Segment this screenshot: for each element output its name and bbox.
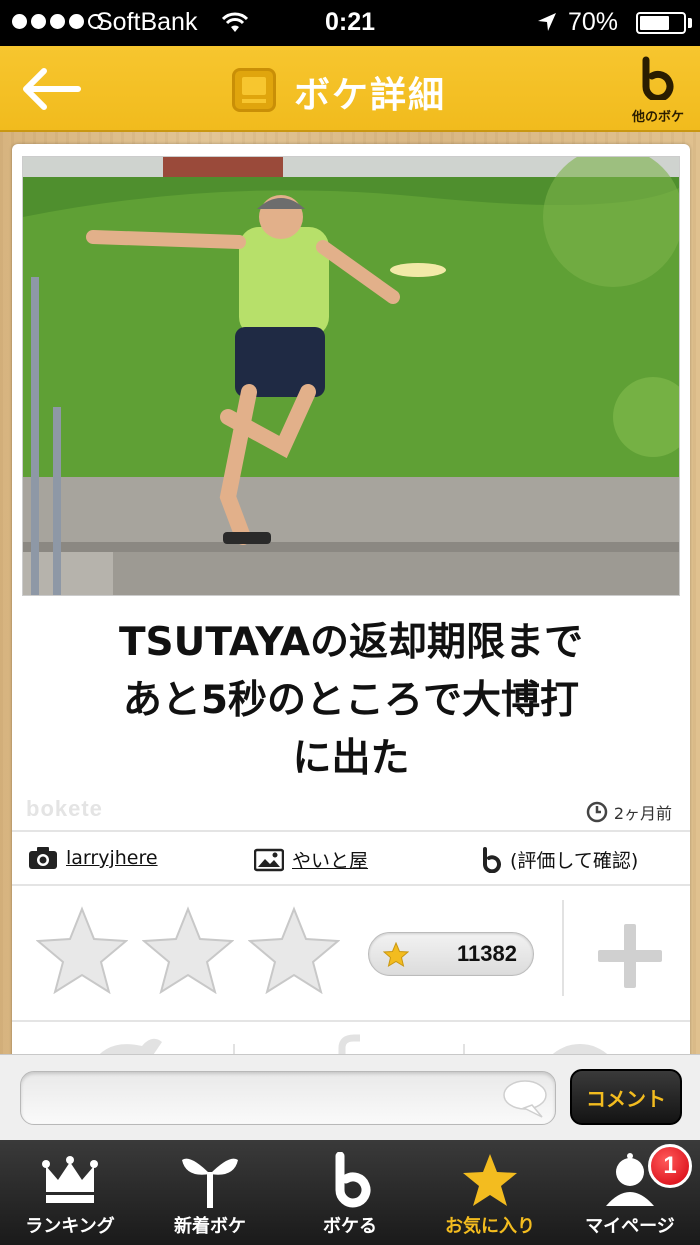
caption-line: あと5秒のところで大博打: [122, 678, 580, 723]
boke-photo[interactable]: [22, 156, 680, 596]
boke-card: TSUTAYAの返却期限まで あと5秒のところで大博打 に出た bokete 2…: [12, 144, 690, 1064]
status-bar: SoftBank 0:21 70%: [0, 0, 700, 46]
time-ago-text: 2ヶ月前: [613, 804, 672, 823]
comment-bar: コメント: [0, 1054, 700, 1140]
battery-percent: 70%: [568, 8, 619, 36]
camera-icon: [29, 847, 57, 869]
speech-bubble-icon: [503, 1080, 547, 1118]
bokeru-b-icon: [335, 1152, 371, 1208]
tab-bar: ランキング 新着ボケ ボケる お気に入り 1 マイページ: [0, 1140, 700, 1245]
rate-star-3[interactable]: [248, 906, 340, 994]
location-arrow-icon: [538, 13, 556, 31]
photographer-name[interactable]: larryjhere: [66, 847, 158, 869]
title-author-link[interactable]: やいと屋: [254, 846, 368, 873]
photo-illustration: [23, 157, 679, 595]
rating-hint: (評価して確認): [480, 846, 638, 873]
notification-badge: 1: [648, 1144, 692, 1188]
meta-row: larryjhere やいと屋 (評価して確認): [12, 834, 690, 884]
bokete-b-icon: [642, 56, 674, 102]
star-icon: [383, 942, 409, 968]
rating-hint-text: (評価して確認): [510, 850, 639, 872]
divider: [12, 1020, 690, 1022]
add-favorite-plus-icon[interactable]: [598, 924, 662, 988]
comment-input[interactable]: [20, 1071, 556, 1125]
score-value: 11382: [457, 941, 517, 966]
rate-star-2[interactable]: [142, 906, 234, 994]
divider: [12, 830, 690, 832]
tab-new-bokes[interactable]: 新着ボケ: [140, 1140, 280, 1245]
photographer-link[interactable]: larryjhere: [28, 846, 158, 870]
battery-icon: [636, 12, 686, 34]
tab-label: お気に入り: [445, 1216, 535, 1237]
bokete-b-icon: [483, 846, 501, 873]
bokete-watermark: bokete: [26, 796, 103, 821]
star-icon: [463, 1154, 517, 1206]
tab-label: マイページ: [585, 1216, 675, 1237]
page-title: ボケ詳細: [294, 75, 447, 116]
sprout-icon: [182, 1158, 238, 1208]
score-badge: 11382: [368, 932, 534, 976]
clock-icon: [586, 801, 608, 823]
rating-row: 11382: [12, 886, 690, 1018]
tab-bokeru[interactable]: ボケる: [280, 1140, 420, 1245]
rate-star-1[interactable]: [36, 906, 128, 994]
battery-nub: [688, 18, 692, 28]
comment-submit-button[interactable]: コメント: [570, 1069, 682, 1125]
tab-ranking[interactable]: ランキング: [0, 1140, 140, 1245]
caption-line: TSUTAYAの返却期限まで: [118, 620, 584, 665]
other-bokes-button[interactable]: 他のボケ: [624, 56, 692, 125]
image-icon: [254, 848, 284, 871]
detail-icon: [232, 68, 276, 112]
back-arrow-icon[interactable]: [16, 64, 86, 114]
boke-caption: TSUTAYAの返却期限まで あと5秒のところで大博打 に出た: [32, 614, 670, 788]
nav-bar: ボケ詳細 他のボケ: [0, 46, 700, 132]
other-bokes-label: 他のボケ: [631, 110, 684, 125]
tab-label: ランキング: [25, 1216, 115, 1237]
crown-icon: [42, 1156, 98, 1203]
vertical-divider: [562, 900, 564, 996]
tab-mypage[interactable]: 1 マイページ: [560, 1140, 700, 1245]
tab-label: ボケる: [323, 1216, 377, 1237]
tab-label: 新着ボケ: [174, 1216, 246, 1237]
tab-favorites[interactable]: お気に入り: [420, 1140, 560, 1245]
caption-line: に出た: [292, 736, 410, 781]
title-author-name[interactable]: やいと屋: [292, 846, 368, 873]
post-time: 2ヶ月前: [586, 800, 672, 824]
